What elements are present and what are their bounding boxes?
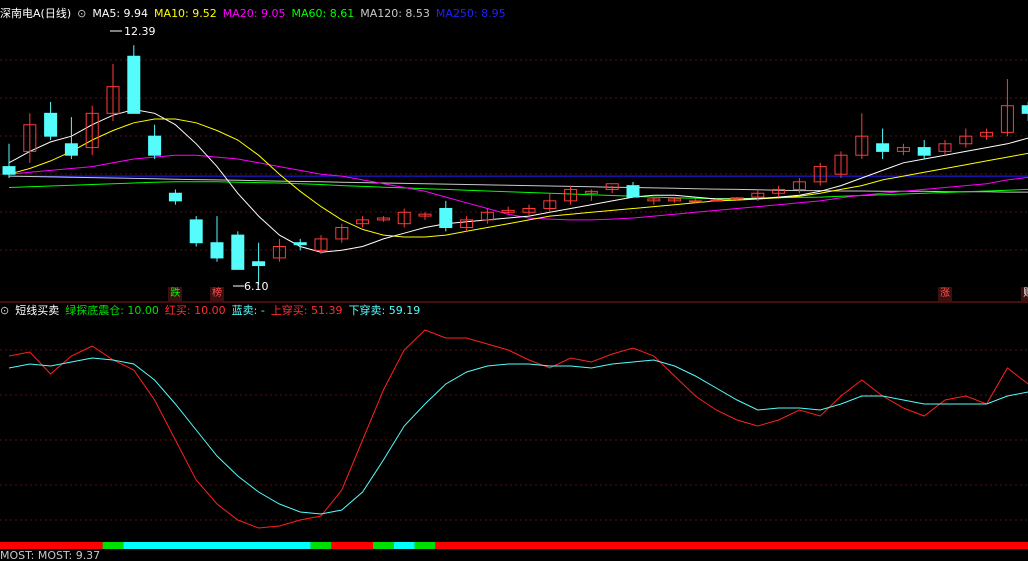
ma-legend: MA5: 9.94 MA10: 9.52 MA20: 9.05 MA60: 8.61 M… xyxy=(92,7,511,20)
candle-body xyxy=(688,200,702,203)
ma5-line xyxy=(8,108,1028,253)
ma-legend-item: MA120: 8.53 xyxy=(360,7,430,20)
candle-body xyxy=(626,185,640,198)
ma10-line xyxy=(8,118,1028,238)
oscillator-header: ⊙ 短线买卖 绿探底震仓: 10.00 红买: 10.00 蓝卖: - 上穿买: 51.3… xyxy=(0,303,432,319)
candle-body xyxy=(189,219,203,244)
oscillator-grid xyxy=(0,349,1028,521)
event-badge[interactable]: 榜 xyxy=(210,287,224,301)
event-badge[interactable]: 跌 xyxy=(168,287,183,301)
ma-legend-item: MA250: 8.95 xyxy=(435,7,506,20)
high-price-label: 12.39 xyxy=(124,25,156,38)
event-badge[interactable]: 涨 xyxy=(938,287,952,301)
candle-body xyxy=(210,242,224,259)
candle-body xyxy=(293,242,307,246)
oscillator-title[interactable]: 短线买卖 xyxy=(15,304,59,317)
oscillator-lines xyxy=(8,329,1028,529)
event-badge[interactable]: 财 xyxy=(1021,287,1028,301)
oscillator-series-line xyxy=(8,357,1028,515)
candle-body xyxy=(917,147,931,156)
signal-segment xyxy=(123,542,311,549)
signal-segment xyxy=(373,542,394,549)
oscillator-legend: 绿探底震仓: 10.00 红买: 10.00 蓝卖: - 上穿买: 51.39 下穿卖:… xyxy=(65,304,426,317)
ma20-line xyxy=(8,154,1028,221)
oscillator-legend-item: 下穿卖: 59.19 xyxy=(348,304,421,317)
bottom-panel-label: MOST: MOST: 9.37 xyxy=(0,551,101,561)
signal-segment xyxy=(0,542,103,549)
ma-legend-item: MA10: 9.52 xyxy=(154,7,217,20)
candle-body xyxy=(168,192,182,202)
ma60-line xyxy=(8,181,1028,200)
signal-segment xyxy=(102,542,124,549)
candle-body xyxy=(231,234,245,270)
signal-segment xyxy=(414,542,436,549)
stock-chart: 12.39 6.10 xyxy=(0,25,1028,549)
candle-body xyxy=(64,143,78,156)
candle-body xyxy=(2,166,16,175)
circle-down-icon[interactable]: ⊙ xyxy=(77,7,86,20)
oscillator-legend-item: 红买: 10.00 xyxy=(164,304,226,317)
signal-segment xyxy=(393,542,415,549)
ma-legend-item: MA5: 9.94 xyxy=(92,7,149,20)
circle-down-icon[interactable]: ⊙ xyxy=(0,304,9,317)
candle-body xyxy=(709,199,723,202)
candle-body xyxy=(44,112,58,137)
low-price-label: 6.10 xyxy=(244,280,269,293)
price-header: 深南电A(日线) ⊙ MA5: 9.94 MA10: 9.52 MA20: 9.05 MA… xyxy=(0,6,518,22)
signal-segment xyxy=(331,542,373,549)
ma-legend-item: MA20: 9.05 xyxy=(222,7,286,20)
candlesticks xyxy=(2,45,1028,285)
candle-body xyxy=(127,55,141,114)
candle-body xyxy=(876,143,890,152)
candle-body xyxy=(439,207,453,229)
candle-body xyxy=(252,261,266,267)
candle-body xyxy=(148,135,162,156)
oscillator-legend-item: 上穿买: 51.39 xyxy=(270,304,343,317)
signal-segment xyxy=(435,542,1028,549)
ma-legend-item: MA60: 8.61 xyxy=(291,7,355,20)
oscillator-legend-item: 蓝卖: - xyxy=(231,304,265,317)
signal-segment xyxy=(310,542,332,549)
ma120-line xyxy=(8,175,1028,193)
stock-name[interactable]: 深南电A(日线) xyxy=(0,7,71,20)
oscillator-series-line xyxy=(8,329,1028,529)
oscillator-legend-item: 绿探底震仓: 10.00 xyxy=(65,304,159,317)
candle-body xyxy=(1021,105,1028,114)
signal-bar xyxy=(0,542,1028,549)
moving-average-lines xyxy=(8,108,1028,253)
